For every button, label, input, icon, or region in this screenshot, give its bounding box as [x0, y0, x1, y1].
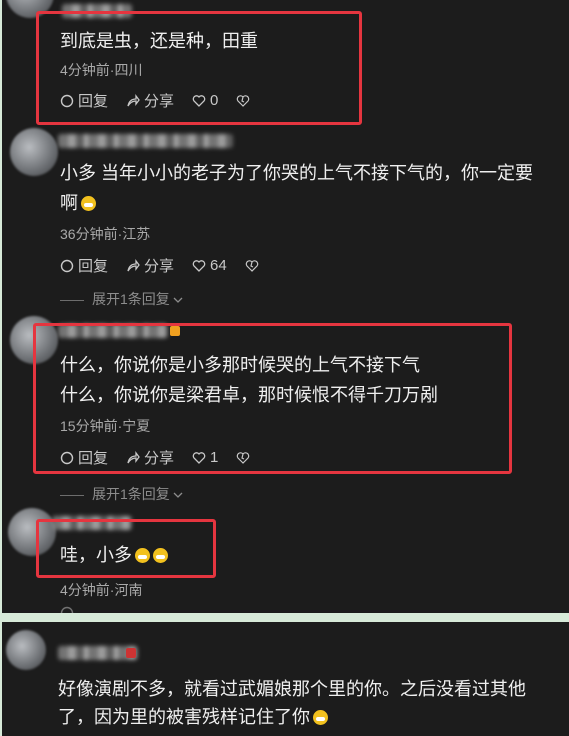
share-label: 分享 [144, 258, 175, 275]
reply-button[interactable]: 回复 [60, 255, 108, 276]
heart-icon [192, 259, 206, 272]
reply-icon [60, 259, 74, 272]
comments-panel-bottom: 好像演剧不多，就看过武媚娘那个里的你。之后没看过其他 了，因为里的被害残样记住了… [2, 622, 569, 736]
reply-button[interactable] [60, 606, 74, 613]
comment-text-line2-text: 啊 [60, 193, 78, 213]
avatar[interactable] [10, 128, 58, 176]
grinning-emoji-icon [313, 710, 328, 725]
reply-label: 回复 [78, 258, 109, 275]
comment-text-line1: 小多 当年小小的老子为了你哭的上气不接下气的，你一定要 [60, 163, 533, 183]
avatar[interactable] [6, 630, 46, 670]
expand-label: 展开1条回复 [92, 486, 170, 502]
comment-meta: 36分钟前·江苏 [60, 226, 151, 242]
comment-text-line2: 了，因为里的被害残样记住了你 [58, 704, 328, 730]
divider [60, 299, 84, 301]
grinning-emoji-icon [81, 196, 96, 211]
chevron-down-icon [173, 492, 183, 498]
comment-text-line2: 啊 [60, 190, 96, 216]
highlight-box [36, 11, 362, 125]
like-button[interactable]: 64 [192, 257, 227, 274]
share-icon [127, 258, 140, 271]
comment-actions: 回复 分享 64 [60, 255, 259, 276]
expand-label: 展开1条回复 [92, 291, 170, 307]
dislike-button[interactable] [245, 259, 259, 273]
comment-text-line1: 好像演剧不多，就看过武媚娘那个里的你。之后没看过其他 [58, 679, 526, 699]
chevron-down-icon [173, 297, 183, 303]
level-badge [126, 648, 136, 658]
comments-panel-top: 到底是虫，还是种，田重 4分钟前·四川 回复 分享 0 小多 当年小小的老子为了… [2, 0, 569, 613]
comment-actions-cutoff [60, 606, 74, 613]
broken-heart-icon [245, 259, 258, 272]
comment-meta: 4分钟前·河南 [60, 582, 143, 598]
highlight-box [36, 519, 216, 578]
highlight-box [33, 323, 512, 474]
expand-replies-button[interactable]: 展开1条回复 [60, 484, 183, 504]
reply-icon [60, 606, 74, 613]
comment-text-line2-text: 了，因为里的被害残样记住了你 [58, 707, 310, 727]
expand-replies-button[interactable]: 展开1条回复 [60, 289, 183, 309]
like-count: 64 [210, 257, 227, 274]
divider [60, 494, 84, 496]
username-blurred [58, 134, 233, 148]
share-button[interactable]: 分享 [126, 255, 174, 276]
